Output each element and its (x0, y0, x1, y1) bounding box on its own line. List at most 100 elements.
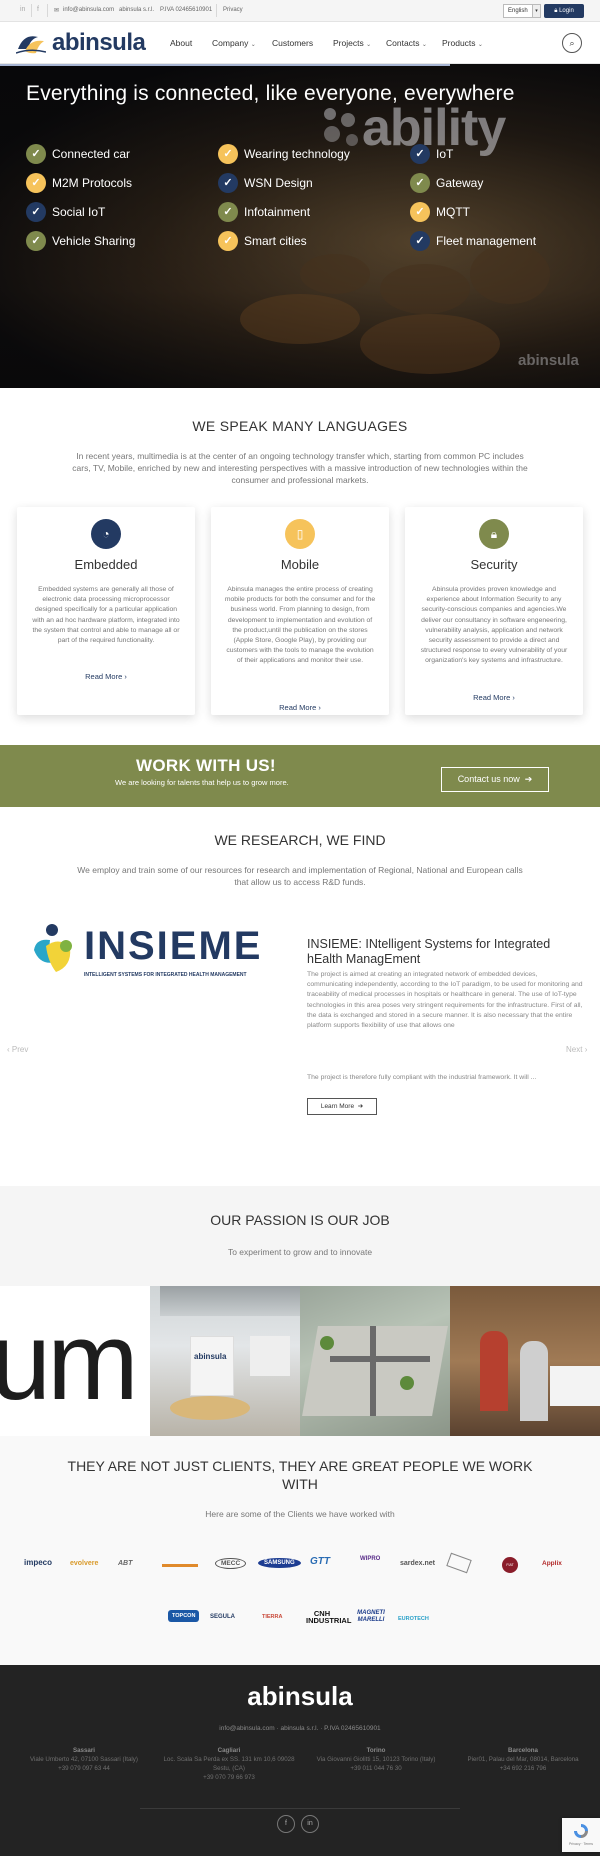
insieme-logo-icon (34, 924, 72, 972)
gallery-photo[interactable]: um (0, 1286, 150, 1436)
check-icon: ✓ (218, 173, 238, 193)
chevron-left-icon: ‹ (7, 1045, 10, 1054)
chevron-down-icon: ⌄ (250, 42, 256, 48)
mobile-icon: ▯ (285, 519, 315, 549)
arrow-right-icon: ➔ (524, 774, 533, 784)
footer-logo: abinsula (247, 1681, 353, 1711)
client-logo: WIPRO (360, 1556, 381, 1562)
passion-subtitle: To experiment to grow and to innovate (227, 1247, 373, 1257)
topbar-vat: P.IVA 02465610901 (160, 7, 213, 13)
clients-subtitle: Here are some of the Clients we have wor… (205, 1509, 395, 1519)
chevron-right-icon: › (318, 703, 321, 712)
prev-button[interactable]: ‹ Prev (7, 1045, 28, 1054)
nav-customers[interactable]: Customers (272, 38, 313, 48)
service-card-embedded: ◔ Embedded Embedded systems are generall… (17, 507, 195, 715)
client-logo: EUROTECH (398, 1616, 429, 1622)
client-logo: Applix (542, 1560, 562, 1567)
nav-contacts[interactable]: Contacts ⌄ (386, 38, 427, 48)
passion-title: OUR PASSION IS OUR JOB (210, 1212, 390, 1228)
research-title: WE RESEARCH, WE FIND (214, 832, 386, 848)
languages-title: WE SPEAK MANY LANGUAGES (192, 418, 408, 434)
client-logo: MECC (215, 1558, 247, 1569)
client-logo: CNH INDUSTRIAL (306, 1609, 352, 1625)
chevron-down-icon: ▾ (532, 5, 540, 17)
read-more-link[interactable]: Read More › (405, 693, 583, 702)
insieme-logo: INSIEME INTELLIGENT SYSTEMS FOR INTEGRAT… (26, 922, 276, 984)
linkedin-icon[interactable]: in (301, 1815, 319, 1833)
linkedin-icon[interactable]: in (20, 6, 25, 13)
check-icon: ✓ (410, 173, 430, 193)
arrow-right-icon: ➔ (357, 1103, 364, 1110)
client-logo (162, 1564, 198, 1567)
abinsula-logo-icon[interactable] (16, 31, 46, 55)
client-logo: TOPCON (168, 1610, 200, 1622)
office-torino: Torino Via Giovanni Giolitti 15, 10123 T… (316, 1747, 436, 1772)
client-logo: impeco (24, 1558, 53, 1567)
client-logo: GTT (310, 1556, 330, 1567)
service-card-security: 🔒︎ Security Abinsula provides proven kno… (405, 507, 583, 715)
research-intro: We employ and train some of our resource… (77, 865, 523, 887)
recaptcha-badge[interactable]: Privacy · Terms (562, 1818, 600, 1852)
logo-text[interactable]: abinsula (52, 29, 146, 57)
chevron-right-icon: › (512, 693, 515, 702)
lock-icon: 🔒︎ (554, 8, 558, 14)
office-sassari: Sassari Viale Umberto 42, 07100 Sassari … (30, 1747, 138, 1772)
facebook-icon[interactable]: f (277, 1815, 295, 1833)
nav-company[interactable]: Company ⌄ (212, 38, 256, 48)
client-logo: sardex.net (400, 1560, 436, 1567)
read-more-link[interactable]: Read More › (17, 672, 195, 681)
chevron-right-icon: › (584, 1045, 588, 1054)
facebook-icon[interactable]: f (37, 6, 39, 13)
nav-products[interactable]: Products ⌄ (442, 38, 483, 48)
lock-icon: 🔒︎ (479, 519, 509, 549)
main-navigation: abinsula About Company ⌄ Customers Proje… (0, 22, 600, 64)
login-button[interactable]: 🔒︎ Login (544, 4, 584, 18)
languages-intro: In recent years, multimedia is at the ce… (72, 451, 528, 485)
check-icon: ✓ (410, 202, 430, 222)
read-more-link[interactable]: Read More › (211, 703, 389, 712)
check-icon: ✓ (410, 144, 430, 164)
hero-banner: ability Everything is connected, like ev… (0, 64, 600, 388)
check-icon: ✓ (218, 144, 238, 164)
nav-about[interactable]: About (170, 38, 192, 48)
learn-more-button[interactable]: Learn More ➔ (307, 1098, 377, 1115)
ability-overlay: ability (362, 99, 506, 157)
top-bar: in f ✉ info@abinsula.com abinsula s.r.l.… (0, 0, 600, 22)
client-logo: MAGNETI MARELLI (357, 1610, 385, 1623)
recaptcha-icon (574, 1824, 588, 1838)
hero-watermark: abinsula (518, 352, 579, 369)
chevron-down-icon: ⌄ (366, 42, 372, 48)
hero-title: Everything is connected, like everyone, … (26, 82, 515, 105)
ability-logo-icon (324, 108, 358, 146)
footer: abinsula info@abinsula.com · abinsula s.… (0, 1665, 600, 1856)
gallery-photo[interactable] (300, 1286, 450, 1436)
gallery-photo[interactable] (450, 1286, 600, 1436)
client-logo: FIAT (502, 1557, 518, 1573)
check-icon: ✓ (410, 231, 430, 251)
nav-projects[interactable]: Projects ⌄ (333, 38, 371, 48)
next-button[interactable]: Next › (566, 1045, 587, 1054)
check-icon: ✓ (26, 231, 46, 251)
client-logo: evolvere (70, 1560, 99, 1567)
check-icon: ✓ (26, 202, 46, 222)
footer-contact: info@abinsula.com · abinsula s.r.l. · P.… (219, 1725, 381, 1732)
contact-us-button[interactable]: Contact us now ➔ (441, 767, 549, 792)
mail-icon: ✉ (54, 8, 60, 14)
topbar-email[interactable]: info@abinsula.com (63, 7, 114, 13)
language-select[interactable]: English ▾ (503, 4, 541, 18)
chevron-right-icon: › (124, 672, 127, 681)
chevron-down-icon: ⌄ (477, 42, 483, 48)
client-logo: SAMSUNG (258, 1558, 301, 1568)
gallery-photo[interactable]: abinsula (150, 1286, 300, 1436)
project-title: INSIEME: INtelligent Systems for Integra… (307, 937, 551, 966)
client-logo: TIERRA (262, 1614, 283, 1620)
office-barcelona: Barcelona Pier01, Palau del Mar, 08014, … (467, 1747, 579, 1772)
check-icon: ✓ (26, 144, 46, 164)
speedometer-icon: ◔ (91, 519, 121, 549)
client-logo: ABT (118, 1560, 133, 1567)
privacy-link[interactable]: Privacy (223, 7, 243, 13)
project-body: The project is aimed at creating an inte… (307, 971, 583, 1030)
work-subtitle: We are looking for talents that help us … (115, 778, 289, 787)
service-card-mobile: ▯ Mobile Abinsula manages the entire pro… (211, 507, 389, 715)
search-icon[interactable]: ⌕ (562, 33, 582, 53)
